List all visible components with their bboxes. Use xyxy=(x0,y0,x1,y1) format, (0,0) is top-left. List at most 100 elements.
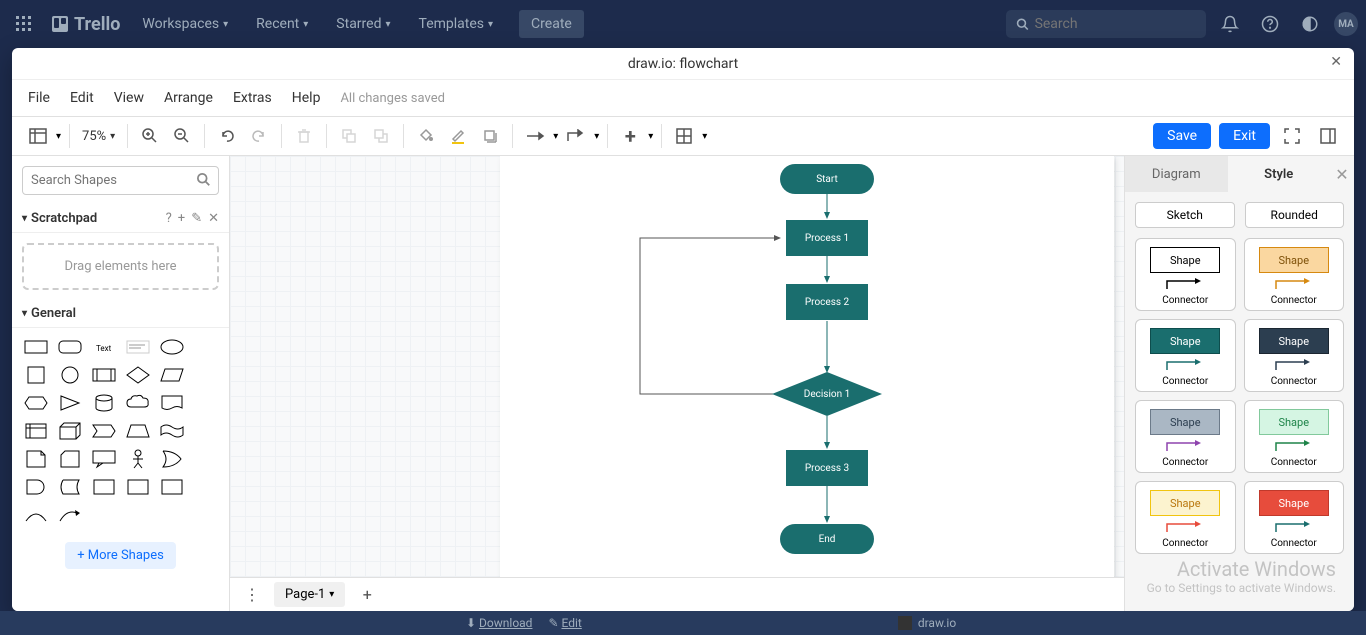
style-preset-5[interactable]: Shape Connector xyxy=(1244,400,1345,473)
shape-container[interactable] xyxy=(90,476,118,498)
fill-color-icon[interactable] xyxy=(412,122,440,150)
user-avatar[interactable]: MA xyxy=(1334,12,1358,36)
pages-menu-icon[interactable]: ⋮ xyxy=(238,581,266,609)
add-icon[interactable]: + xyxy=(178,211,185,226)
style-preset-0[interactable]: Shape Connector xyxy=(1135,238,1236,311)
create-button[interactable]: Create xyxy=(519,10,584,38)
shape-square[interactable] xyxy=(22,364,50,386)
sketch-button[interactable]: Sketch xyxy=(1135,202,1235,228)
style-preset-2[interactable]: Shape Connector xyxy=(1135,319,1236,392)
shape-rectangle[interactable] xyxy=(22,336,50,358)
format-panel-icon[interactable] xyxy=(1314,122,1342,150)
undo-icon[interactable] xyxy=(213,122,241,150)
style-preset-3[interactable]: Shape Connector xyxy=(1244,319,1345,392)
chevron-down-icon[interactable]: ▾ xyxy=(702,131,707,142)
edit-link[interactable]: Edit xyxy=(561,616,581,630)
shape-rounded-rect[interactable] xyxy=(56,336,84,358)
tab-diagram[interactable]: Diagram xyxy=(1125,156,1228,192)
close-icon[interactable]: ✕ xyxy=(208,211,219,226)
shape-card[interactable] xyxy=(56,448,84,470)
redo-icon[interactable] xyxy=(245,122,273,150)
shape-container2[interactable] xyxy=(124,476,152,498)
nav-recent[interactable]: Recent▾ xyxy=(246,10,318,38)
shape-and[interactable] xyxy=(22,476,50,498)
shape-tape[interactable] xyxy=(158,420,186,442)
fullscreen-icon[interactable] xyxy=(1278,122,1306,150)
nav-starred[interactable]: Starred▾ xyxy=(326,10,400,38)
theme-icon[interactable] xyxy=(1294,8,1326,40)
node-start[interactable]: Start xyxy=(780,164,874,194)
shape-parallelogram[interactable] xyxy=(158,364,186,386)
chevron-down-icon[interactable]: ▾ xyxy=(56,131,61,142)
shape-cloud[interactable] xyxy=(124,392,152,414)
shape-cylinder[interactable] xyxy=(90,392,118,414)
shape-textbox[interactable] xyxy=(124,336,152,358)
apps-menu-icon[interactable] xyxy=(8,8,40,40)
zoom-in-icon[interactable] xyxy=(136,122,164,150)
shape-circle[interactable] xyxy=(56,364,84,386)
table-icon[interactable] xyxy=(670,122,698,150)
notifications-icon[interactable] xyxy=(1214,8,1246,40)
search-input[interactable] xyxy=(1035,16,1196,32)
chevron-down-icon[interactable]: ▾ xyxy=(553,131,558,142)
menu-extras[interactable]: Extras xyxy=(233,90,272,106)
download-link[interactable]: Download xyxy=(479,616,532,630)
save-button[interactable]: Save xyxy=(1153,123,1211,149)
shape-trapezoid[interactable] xyxy=(124,420,152,442)
add-page-icon[interactable]: + xyxy=(353,581,381,609)
style-preset-4[interactable]: Shape Connector xyxy=(1135,400,1236,473)
help-icon[interactable]: ? xyxy=(166,211,172,226)
shape-callout[interactable] xyxy=(90,448,118,470)
scratchpad-dropzone[interactable]: Drag elements here xyxy=(22,243,219,290)
chevron-down-icon[interactable]: ▾ xyxy=(594,131,599,142)
to-front-icon[interactable] xyxy=(335,122,363,150)
to-back-icon[interactable] xyxy=(367,122,395,150)
shape-document[interactable] xyxy=(158,392,186,414)
scratchpad-header[interactable]: ▾Scratchpad ?+✎✕ xyxy=(12,205,229,233)
zoom-out-icon[interactable] xyxy=(168,122,196,150)
delete-icon[interactable] xyxy=(290,122,318,150)
node-process-2[interactable]: Process 2 xyxy=(786,284,868,320)
shape-search-input[interactable] xyxy=(22,166,219,195)
line-color-icon[interactable] xyxy=(444,122,472,150)
search-icon[interactable] xyxy=(197,172,211,191)
canvas[interactable]: Start Process 1 Process 2 Decision 1 Pro… xyxy=(230,156,1124,611)
shape-actor[interactable] xyxy=(124,448,152,470)
page-tab-1[interactable]: Page-1 ▾ xyxy=(274,582,345,607)
shadow-icon[interactable] xyxy=(476,122,504,150)
menu-help[interactable]: Help xyxy=(292,90,321,106)
nav-workspaces[interactable]: Workspaces▾ xyxy=(132,10,238,38)
edit-icon[interactable]: ✎ xyxy=(191,211,202,226)
shape-note[interactable] xyxy=(22,448,50,470)
shape-hexagon[interactable] xyxy=(22,392,50,414)
shape-container3[interactable] xyxy=(158,476,186,498)
shape-diamond[interactable] xyxy=(124,364,152,386)
style-preset-1[interactable]: Shape Connector xyxy=(1244,238,1345,311)
node-decision-1[interactable]: Decision 1 xyxy=(772,372,882,416)
shape-text[interactable]: Text xyxy=(90,336,118,358)
rounded-button[interactable]: Rounded xyxy=(1245,202,1345,228)
menu-file[interactable]: File xyxy=(28,90,50,106)
more-shapes-button[interactable]: + More Shapes xyxy=(65,542,176,569)
shape-step[interactable] xyxy=(90,420,118,442)
chevron-down-icon[interactable]: ▾ xyxy=(648,131,653,142)
search-box[interactable] xyxy=(1006,10,1206,38)
tab-style[interactable]: Style xyxy=(1228,156,1331,192)
menu-edit[interactable]: Edit xyxy=(70,90,94,106)
waypoint-icon[interactable] xyxy=(562,122,590,150)
node-end[interactable]: End xyxy=(780,524,874,554)
shape-triangle[interactable] xyxy=(56,392,84,414)
menu-view[interactable]: View xyxy=(114,90,144,106)
style-preset-6[interactable]: Shape Connector xyxy=(1135,481,1236,554)
shape-arrow[interactable] xyxy=(56,504,84,526)
shape-ellipse[interactable] xyxy=(158,336,186,358)
menu-arrange[interactable]: Arrange xyxy=(164,90,213,106)
insert-icon[interactable]: + xyxy=(616,122,644,150)
view-mode-icon[interactable] xyxy=(24,122,52,150)
help-icon[interactable] xyxy=(1254,8,1286,40)
shape-curve[interactable] xyxy=(22,504,50,526)
node-process-3[interactable]: Process 3 xyxy=(786,450,868,486)
style-preset-7[interactable]: Shape Connector xyxy=(1244,481,1345,554)
shape-internal-storage[interactable] xyxy=(22,420,50,442)
general-header[interactable]: ▾General xyxy=(12,300,229,328)
